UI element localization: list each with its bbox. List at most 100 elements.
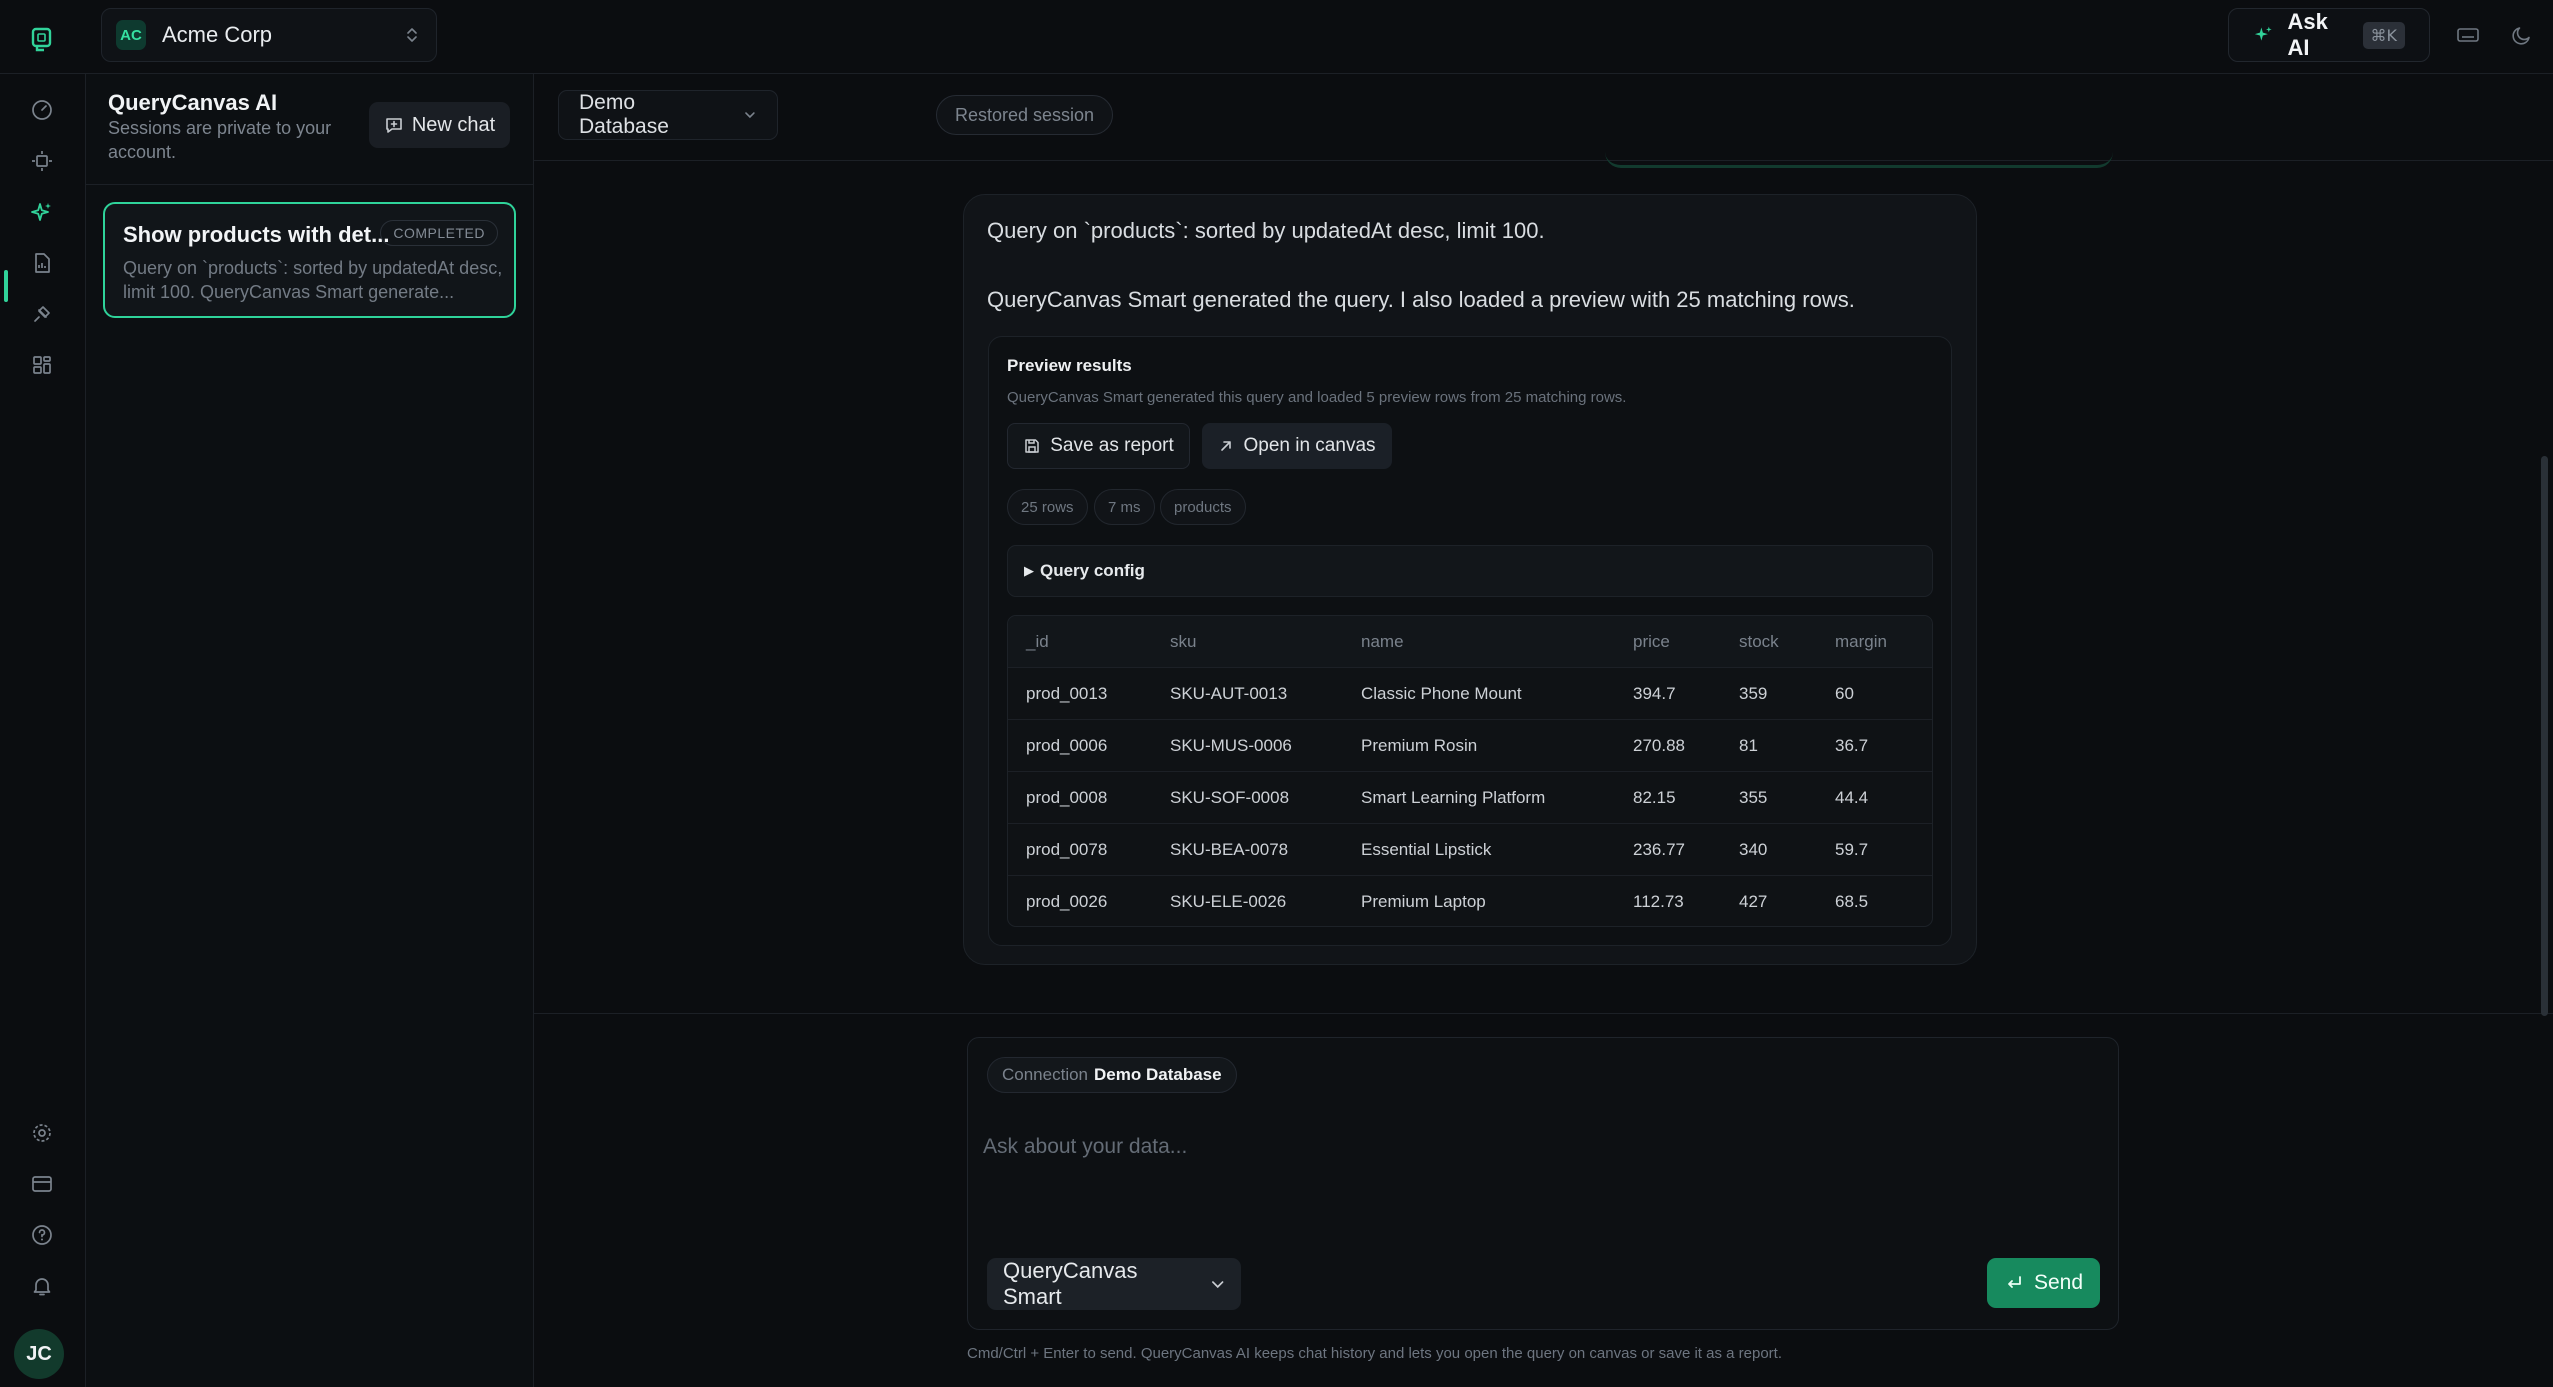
table-cell: 59.7 <box>1835 840 1869 859</box>
chevron-down-icon <box>1211 1281 1223 1289</box>
arrow-up-right-icon <box>1221 441 1232 451</box>
table-row: prod_0078 SKU-BEA-0078 Essential Lipstic… <box>1008 824 1932 876</box>
billing-icon[interactable] <box>25 1167 59 1201</box>
preview-title: Preview results <box>1007 356 1132 375</box>
table-cell: prod_0013 <box>1026 684 1108 703</box>
table-cell: 81 <box>1739 736 1758 755</box>
send-button[interactable]: Send <box>1987 1258 2100 1308</box>
message-text: Query on `products`: sorted by updatedAt… <box>987 218 1545 243</box>
table-cell: 359 <box>1739 684 1768 703</box>
table-cell: Premium Laptop <box>1361 892 1486 911</box>
table-cell: SKU-MUS-0006 <box>1170 736 1292 755</box>
table-cell: 236.77 <box>1633 840 1685 859</box>
duration-chip: 7 ms <box>1094 489 1155 525</box>
ask-ai-label: Ask AI <box>2287 9 2328 60</box>
session-preview: Query on `products`: sorted by updatedAt… <box>123 258 503 302</box>
sessions-title: QueryCanvas AI <box>108 90 278 115</box>
shortcut-badge: ⌘K <box>2362 21 2405 49</box>
table-cell: 270.88 <box>1633 736 1685 755</box>
message-text: QueryCanvas Smart generated the query. I… <box>987 287 1855 312</box>
session-title: Show products with det... <box>123 222 390 247</box>
triangle-right-icon: ▶ <box>1024 563 1034 578</box>
table-row: prod_0013 SKU-AUT-0013 Classic Phone Mou… <box>1008 668 1932 720</box>
collection-chip: products <box>1160 489 1246 525</box>
table-row: prod_0026 SKU-ELE-0026 Premium Laptop 11… <box>1008 876 1932 926</box>
table-row: prod_0008 SKU-SOF-0008 Smart Learning Pl… <box>1008 772 1932 824</box>
column-header[interactable]: stock <box>1739 616 1779 668</box>
new-chat-button[interactable]: New chat <box>369 102 510 148</box>
column-header[interactable]: _id <box>1026 616 1049 668</box>
table-cell: Smart Learning Platform <box>1361 788 1546 807</box>
table-cell: SKU-SOF-0008 <box>1170 788 1290 807</box>
table-cell: 68.5 <box>1835 892 1869 911</box>
table-cell: prod_0008 <box>1026 788 1108 807</box>
new-chat-label: New chat <box>411 113 496 136</box>
query-config-toggle[interactable]: ▶ Query config <box>1007 545 1933 597</box>
open-in-canvas-button[interactable]: Open in canvas <box>1202 423 1392 469</box>
help-icon[interactable] <box>25 1218 59 1252</box>
session-item[interactable]: Show products with det... COMPLETED Quer… <box>103 202 516 318</box>
bell-icon[interactable] <box>25 1269 59 1303</box>
new-chat-icon <box>386 118 402 133</box>
dashboard-icon[interactable] <box>25 93 59 127</box>
table-cell: 340 <box>1739 840 1768 859</box>
settings-icon[interactable] <box>25 1116 59 1150</box>
divider <box>534 160 2553 161</box>
table-header: _id sku name price stock margin <box>1008 616 1932 668</box>
table-cell: Classic Phone Mount <box>1361 684 1522 703</box>
app-logo-icon[interactable] <box>25 22 59 56</box>
user-avatar[interactable]: JC <box>14 1329 64 1379</box>
moon-icon[interactable] <box>2508 21 2536 49</box>
model-select[interactable]: QueryCanvas Smart <box>987 1258 1241 1310</box>
database-select[interactable]: Demo Database <box>558 90 778 140</box>
grid-icon[interactable] <box>25 348 59 382</box>
column-header[interactable]: sku <box>1170 616 1196 668</box>
table-cell: 394.7 <box>1633 684 1676 703</box>
session-badge: Restored session <box>936 95 1114 135</box>
org-switcher[interactable]: AC Acme Corp <box>101 8 437 62</box>
reports-icon[interactable] <box>25 246 59 280</box>
divider <box>86 184 534 185</box>
table-cell: 427 <box>1739 892 1768 911</box>
org-avatar: AC <box>116 20 146 50</box>
column-header[interactable]: price <box>1633 616 1670 668</box>
chevron-up-down-icon <box>407 28 417 42</box>
connection-label: Connection <box>1002 1065 1089 1084</box>
org-name: Acme Corp <box>162 22 273 47</box>
chevron-down-icon <box>745 112 755 119</box>
save-label: Save as report <box>1050 435 1174 456</box>
divider <box>534 1013 2553 1014</box>
table-cell: 82.15 <box>1633 788 1676 807</box>
keyboard-icon[interactable] <box>2454 21 2482 49</box>
scrollbar[interactable] <box>2541 456 2548 1016</box>
active-indicator <box>4 270 8 302</box>
previous-message-edge <box>1605 148 2113 168</box>
schema-icon[interactable] <box>25 144 59 178</box>
table-cell: Premium Rosin <box>1361 736 1478 755</box>
ask-ai-button[interactable]: Ask AI ⌘K <box>2228 8 2430 62</box>
column-header[interactable]: margin <box>1835 616 1887 668</box>
table-cell: prod_0006 <box>1026 736 1108 755</box>
table-cell: 36.7 <box>1835 736 1869 755</box>
composer-hint: Cmd/Ctrl + Enter to send. QueryCanvas AI… <box>967 1345 1783 1362</box>
table-cell: prod_0026 <box>1026 892 1108 911</box>
chat-input[interactable] <box>983 1130 2093 1164</box>
nav-rail <box>0 74 86 1387</box>
query-config-label: Query config <box>1040 561 1145 580</box>
table-cell: prod_0078 <box>1026 840 1108 859</box>
connection-chip: Connection Demo Database <box>987 1057 1237 1093</box>
column-header[interactable]: name <box>1361 616 1404 668</box>
connection-value: Demo Database <box>1094 1065 1222 1084</box>
open-label: Open in canvas <box>1243 435 1376 456</box>
table-row: prod_0006 SKU-MUS-0006 Premium Rosin 270… <box>1008 720 1932 772</box>
save-icon <box>1025 439 1039 453</box>
row-count-chip: 25 rows <box>1007 489 1088 525</box>
results-table: _id sku name price stock margin prod_001… <box>1007 615 1933 927</box>
model-name: QueryCanvas Smart <box>1003 1258 1138 1309</box>
table-cell: 44.4 <box>1835 788 1869 807</box>
plug-icon[interactable] <box>25 297 59 331</box>
sparkles-icon[interactable] <box>25 195 59 229</box>
save-as-report-button[interactable]: Save as report <box>1007 423 1190 469</box>
table-cell: SKU-AUT-0013 <box>1170 684 1288 703</box>
table-cell: 355 <box>1739 788 1768 807</box>
